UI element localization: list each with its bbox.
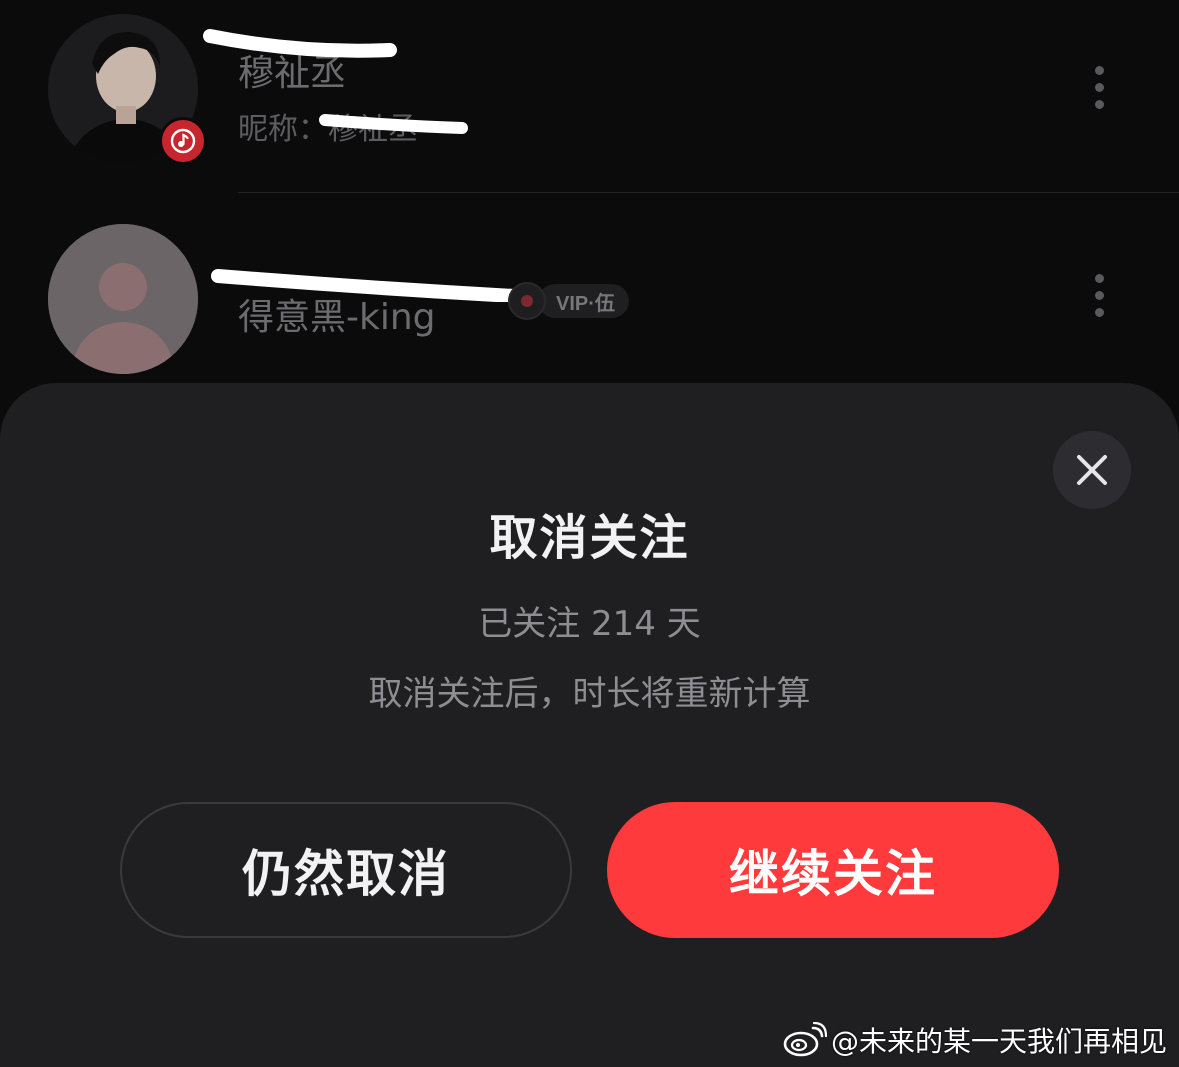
avatar[interactable] <box>48 224 198 374</box>
notice-text: 取消关注后，时长将重新计算 <box>368 674 811 714</box>
list-item[interactable]: 穆祉丞 昵称：穆祉丞 <box>0 0 1179 192</box>
watermark: @未来的某一天我们再相见 <box>783 1020 1167 1060</box>
vinyl-record-icon <box>508 282 546 320</box>
weibo-logo-icon <box>783 1022 827 1057</box>
music-note-icon <box>170 128 196 154</box>
watermark-text: @未来的某一天我们再相见 <box>830 1025 1167 1058</box>
unfollow-screen: 穆祉丞 昵称：穆祉丞 得意黑-king VIP·伍 取消关注 已关注 214 天… <box>0 0 1179 1067</box>
followed-days-text: 已关注 214 天 <box>478 604 701 644</box>
unfollow-dialog <box>0 383 1179 1067</box>
user-name: 得意黑-king <box>238 297 436 338</box>
dialog-title: 取消关注 <box>489 510 690 566</box>
close-icon <box>1077 455 1107 485</box>
user-nickname: 昵称：穆祉丞 <box>238 112 418 147</box>
more-vertical-icon[interactable] <box>1090 66 1108 116</box>
music-badge <box>159 117 207 165</box>
vip-label: VIP·伍 <box>538 284 629 318</box>
user-name: 穆祉丞 <box>238 53 347 94</box>
more-vertical-icon[interactable] <box>1090 274 1108 324</box>
vip-badge: VIP·伍 <box>508 282 629 320</box>
default-user-avatar-icon <box>48 224 198 374</box>
keep-following-button[interactable]: 继续关注 <box>607 802 1059 938</box>
confirm-unfollow-button[interactable]: 仍然取消 <box>120 802 572 938</box>
